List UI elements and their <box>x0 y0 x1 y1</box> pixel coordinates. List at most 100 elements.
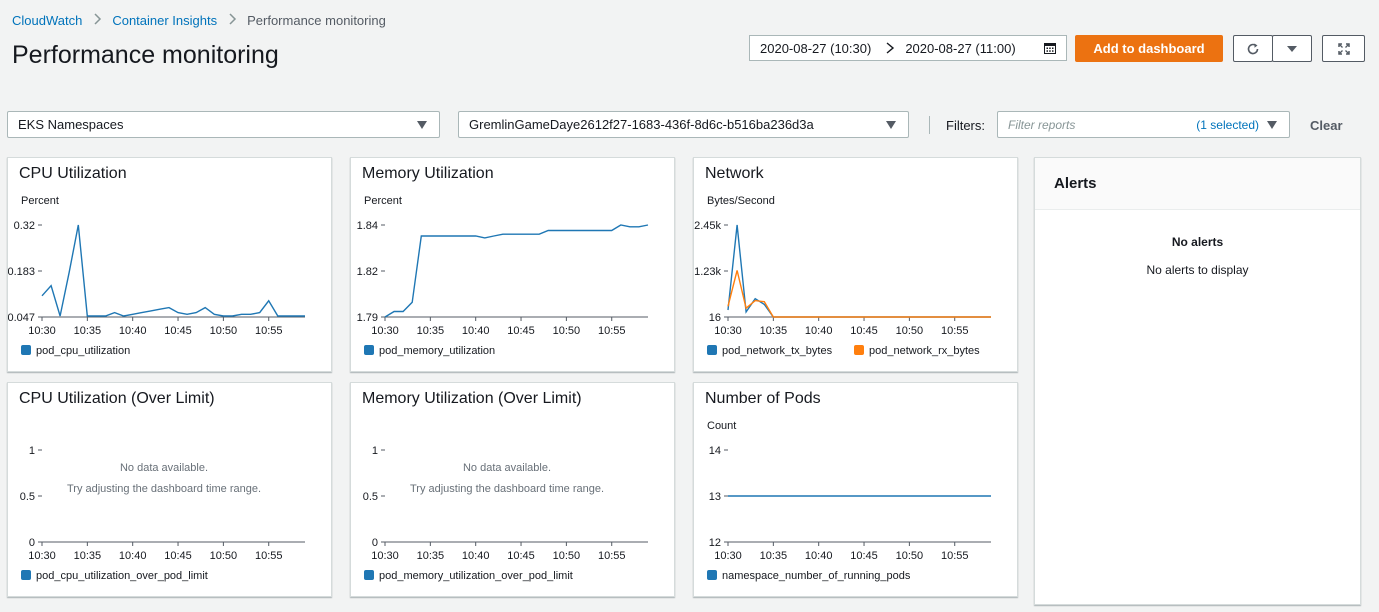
alerts-header: Alerts <box>1035 158 1360 210</box>
x-tick-label: 10:55 <box>941 550 969 562</box>
panel-memory-over-limit: Memory Utilization (Over Limit) 1 0.5 0 10:… <box>350 382 675 597</box>
refresh-options-button[interactable] <box>1272 35 1312 62</box>
chart-pods: 14 13 1210:30 10:35 10:40 10:45 10:50 10:55 name… <box>707 445 991 582</box>
series-line-pod_cpu_utilization <box>41 224 305 317</box>
legend-swatch <box>707 345 717 355</box>
y-tick-label: 0 <box>29 537 35 549</box>
legend-label: pod_cpu_utilization_over_pod_limit <box>36 570 208 582</box>
filter-reports-select[interactable]: Filter reports (1 selected) <box>997 111 1290 138</box>
x-tick-label: 10:35 <box>74 325 102 337</box>
legend-swatch <box>707 570 717 580</box>
x-tick-label: 10:40 <box>805 325 833 337</box>
caret-down-icon <box>1287 45 1297 52</box>
cluster-select[interactable]: GremlinGameDaye2612f27-1683-436f-8d6c-b5… <box>458 111 909 138</box>
x-tick-label: 10:35 <box>74 550 102 562</box>
panel-cpu-over-limit: CPU Utilization (Over Limit) 1 0.5 0 10:30 1… <box>7 382 332 597</box>
x-tick-label: 10:35 <box>417 325 445 337</box>
add-to-dashboard-button[interactable]: Add to dashboard <box>1075 35 1223 62</box>
y-tick-label: 14 <box>709 445 721 457</box>
x-tick-label: 10:55 <box>255 325 283 337</box>
y-tick-label: 0.5 <box>363 491 378 503</box>
x-tick-label: 10:40 <box>462 325 490 337</box>
legend-label: pod_memory_utilization_over_pod_limit <box>379 570 573 582</box>
y-tick-label: 12 <box>709 537 721 549</box>
legend-label: pod_cpu_utilization <box>36 345 130 357</box>
no-data-message: No data available. <box>119 462 209 474</box>
chart-net: 2.45k 1.23k 1610:30 10:35 10:40 10:45 10:50 10:… <box>694 220 991 357</box>
y-tick-label: 1.82 <box>357 266 378 278</box>
refresh-icon <box>1247 43 1259 54</box>
legend-swatch <box>854 345 864 355</box>
alerts-title: Alerts <box>1054 175 1097 192</box>
panel-memory-utilization: Memory Utilization Percent 1.84 1.82 1.79 1… <box>350 157 675 372</box>
breadcrumb-link-container-insights[interactable]: Container Insights <box>112 13 217 28</box>
series-line-pod_memory_utilization <box>384 224 649 318</box>
y-tick-label: 1.79 <box>357 312 378 324</box>
series-line-pod_network_tx_bytes <box>727 224 991 318</box>
x-tick-label: 10:30 <box>371 550 399 562</box>
legend-label: pod_memory_utilization <box>379 345 495 357</box>
x-tick-label: 10:45 <box>507 550 535 562</box>
fullscreen-button[interactable] <box>1322 35 1365 62</box>
no-data-message: No data available. <box>462 462 552 474</box>
y-tick-label: 0.32 <box>14 220 35 232</box>
x-tick-label: 10:55 <box>941 325 969 337</box>
alerts-empty-message: No alerts to display <box>1146 263 1249 277</box>
arrow-right-icon <box>885 41 895 55</box>
x-tick-label: 10:55 <box>598 325 626 337</box>
y-tick-label: 1 <box>29 445 35 457</box>
time-range-picker[interactable]: 2020-08-27 (10:30) 2020-08-27 (11:00) <box>749 35 1067 61</box>
x-tick-label: 10:45 <box>507 325 535 337</box>
y-tick-label: 1 <box>372 445 378 457</box>
legend-label: pod_network_rx_bytes <box>869 345 980 357</box>
resource-type-value: EKS Namespaces <box>18 117 124 132</box>
refresh-button[interactable] <box>1233 35 1273 62</box>
divider <box>929 116 930 134</box>
no-data-hint: Try adjusting the dashboard time range. <box>66 483 262 495</box>
x-tick-label: 10:45 <box>164 550 192 562</box>
x-tick-label: 10:35 <box>760 325 788 337</box>
x-tick-label: 10:45 <box>850 325 878 337</box>
legend-label: pod_network_tx_bytes <box>722 345 833 357</box>
x-tick-label: 10:50 <box>553 325 581 337</box>
filter-placeholder: Filter reports <box>1008 117 1076 132</box>
breadcrumb-current: Performance monitoring <box>247 13 386 28</box>
time-range-end: 2020-08-27 (11:00) <box>905 40 1016 56</box>
legend-label: namespace_number_of_running_pods <box>722 570 911 582</box>
y-tick-label: 1.84 <box>357 220 378 232</box>
x-tick-label: 10:55 <box>598 550 626 562</box>
y-tick-label: 0.183 <box>8 266 35 278</box>
chevron-right-icon <box>92 13 102 28</box>
page-title: Performance monitoring <box>12 41 279 69</box>
y-tick-label: 0 <box>372 537 378 549</box>
y-tick-label: 13 <box>709 491 721 503</box>
caret-down-icon <box>417 120 427 129</box>
panel-network: Network Bytes/Second 2.45k 1.23k 16 10:30 10… <box>693 157 1018 372</box>
time-range-start: 2020-08-27 (10:30) <box>760 40 872 56</box>
x-tick-label: 10:50 <box>210 550 238 562</box>
x-tick-label: 10:45 <box>164 325 192 337</box>
legend-swatch <box>364 570 374 580</box>
y-tick-label: 0.047 <box>8 312 35 324</box>
chart-mem: 1.84 1.82 1.7910:30 10:35 10:40 10:45 10:50 10:… <box>357 220 649 357</box>
x-tick-label: 10:30 <box>371 325 399 337</box>
legend-swatch <box>21 345 31 355</box>
breadcrumb-link-cloudwatch[interactable]: CloudWatch <box>12 13 82 28</box>
clear-filters-button[interactable]: Clear <box>1310 118 1343 133</box>
x-tick-label: 10:30 <box>714 550 742 562</box>
x-tick-label: 10:55 <box>255 550 283 562</box>
x-tick-label: 10:50 <box>896 325 924 337</box>
y-tick-label: 2.45k <box>694 220 721 232</box>
resource-type-select[interactable]: EKS Namespaces <box>7 111 440 138</box>
legend-swatch <box>21 570 31 580</box>
calendar-icon[interactable] <box>1044 42 1056 54</box>
panel-cpu-utilization: CPU Utilization Percent 0.32 0.183 0.047 10… <box>7 157 332 372</box>
breadcrumb: CloudWatch Container Insights Performanc… <box>12 13 386 28</box>
y-tick-label: 16 <box>709 312 721 324</box>
x-tick-label: 10:50 <box>896 550 924 562</box>
x-tick-label: 10:30 <box>28 550 56 562</box>
cluster-value: GremlinGameDaye2612f27-1683-436f-8d6c-b5… <box>469 117 814 132</box>
legend-swatch <box>364 345 374 355</box>
x-tick-label: 10:40 <box>805 550 833 562</box>
filters-label: Filters: <box>946 118 985 133</box>
